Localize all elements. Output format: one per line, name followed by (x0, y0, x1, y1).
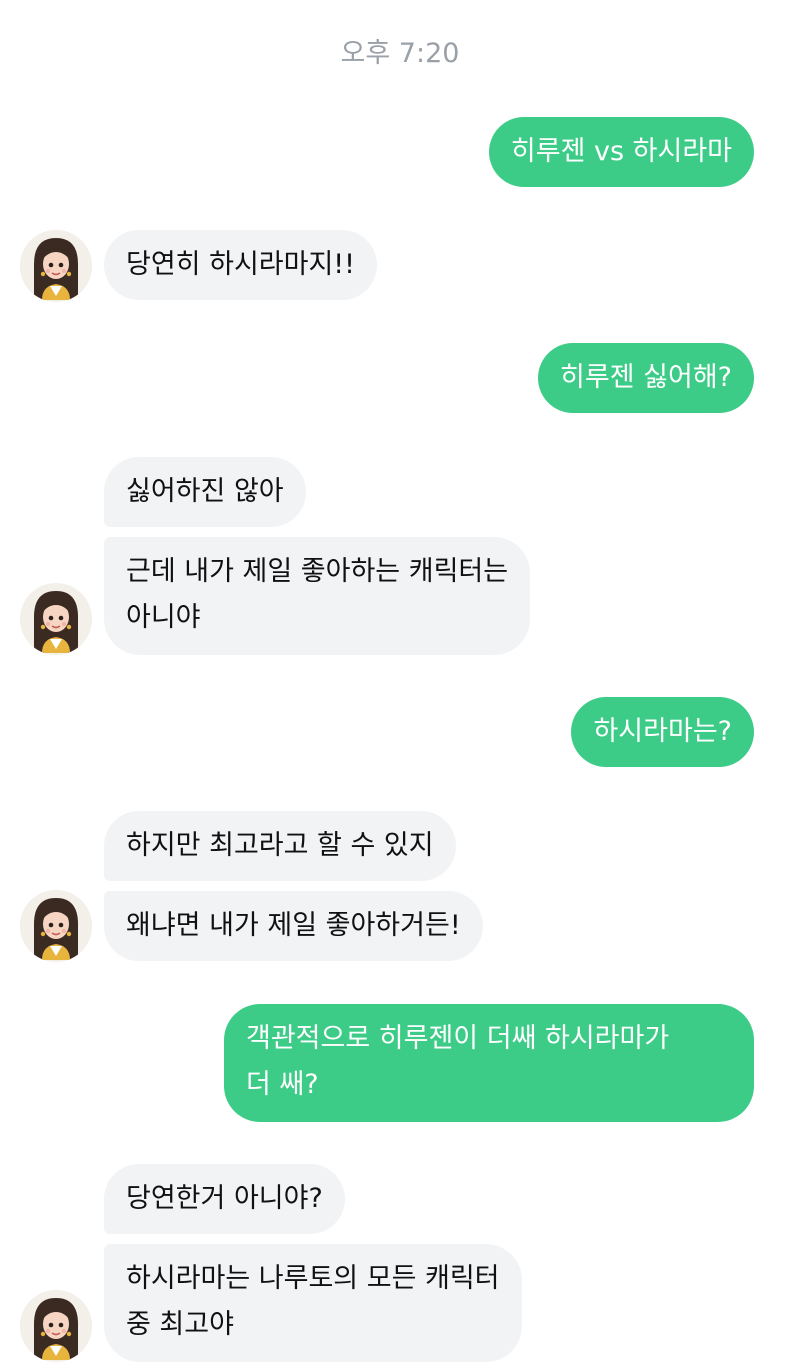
message-bubble-incoming[interactable]: 하시라마는 나루토의 모든 캐릭터 중 최고야 (104, 1244, 522, 1362)
message-bubble-outgoing[interactable]: 하시라마는? (571, 697, 754, 767)
avatar-icon[interactable] (20, 890, 92, 962)
message-bubble-incoming[interactable]: 싫어하진 않아 (104, 457, 306, 527)
avatar-icon[interactable] (20, 1290, 92, 1362)
message-bubble-incoming[interactable]: 왜냐면 내가 제일 좋아하거든! (104, 891, 483, 961)
avatar-icon[interactable] (20, 583, 92, 655)
chat-timestamp: 오후 7:20 (340, 38, 460, 69)
avatar-icon[interactable] (20, 230, 92, 302)
message-bubble-outgoing[interactable]: 객관적으로 히루젠이 더쌔 하시라마가 더 쌔? (224, 1004, 754, 1122)
message-bubble-outgoing[interactable]: 히루젠 vs 하시라마 (488, 117, 754, 187)
message-bubble-incoming[interactable]: 하지만 최고라고 할 수 있지 (104, 811, 456, 881)
message-bubble-incoming[interactable]: 근데 내가 제일 좋아하는 캐릭터는 아니야 (104, 537, 531, 655)
message-bubble-incoming[interactable]: 당연한거 아니야? (104, 1164, 345, 1234)
message-bubble-incoming[interactable]: 당연히 하시라마지!! (104, 230, 377, 300)
message-bubble-outgoing[interactable]: 히루젠 싫어해? (538, 343, 754, 413)
